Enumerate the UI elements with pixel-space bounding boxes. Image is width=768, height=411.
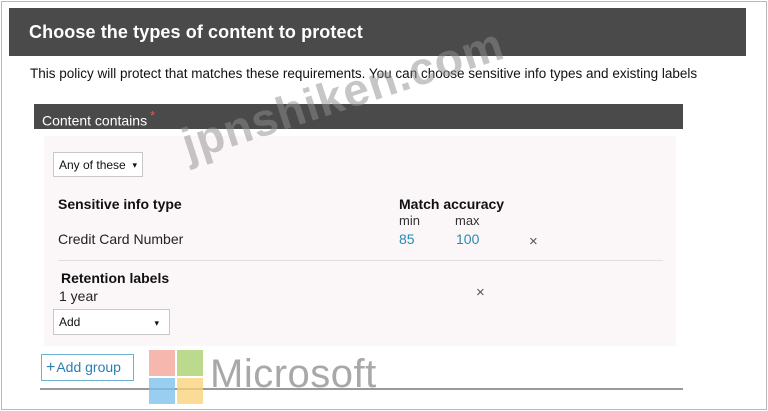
section-title: Content contains <box>42 112 148 129</box>
logo-yellow-square <box>177 378 203 404</box>
logo-red-square <box>149 350 175 376</box>
page-header: Choose the types of content to protect <box>9 8 746 56</box>
remove-sensitive-info-icon[interactable]: × <box>529 233 538 250</box>
page-title: Choose the types of content to protect <box>29 22 363 42</box>
add-retention-label-dropdown[interactable]: Add ▾ <box>53 309 170 335</box>
remove-retention-label-icon[interactable]: × <box>476 284 485 301</box>
condition-dropdown[interactable]: Any of these ▾ <box>53 152 143 177</box>
logo-blue-square <box>149 378 175 404</box>
min-accuracy-value[interactable]: 85 <box>399 231 415 247</box>
chevron-down-icon: ▾ <box>154 318 159 328</box>
microsoft-wordmark: Microsoft <box>210 352 377 396</box>
sensitive-info-name: Credit Card Number <box>58 231 184 247</box>
sensitive-info-type-header: Sensitive info type <box>58 196 182 212</box>
retention-label-value: 1 year <box>59 288 98 304</box>
min-label: min <box>399 213 420 228</box>
max-label: max <box>455 213 480 228</box>
microsoft-logo-icon <box>149 350 204 405</box>
add-group-label: Add group <box>56 359 121 375</box>
condition-dropdown-value: Any of these <box>59 158 126 172</box>
plus-icon: + <box>46 359 56 376</box>
section-divider <box>58 260 663 261</box>
add-dropdown-value: Add <box>59 315 81 329</box>
max-accuracy-value[interactable]: 100 <box>456 231 479 247</box>
match-accuracy-header: Match accuracy <box>399 196 505 212</box>
retention-labels-header: Retention labels <box>61 270 170 286</box>
chevron-down-icon: ▾ <box>132 160 137 170</box>
required-marker: * <box>150 108 156 123</box>
logo-green-square <box>177 350 203 376</box>
add-group-button[interactable]: +Add group <box>41 354 134 381</box>
